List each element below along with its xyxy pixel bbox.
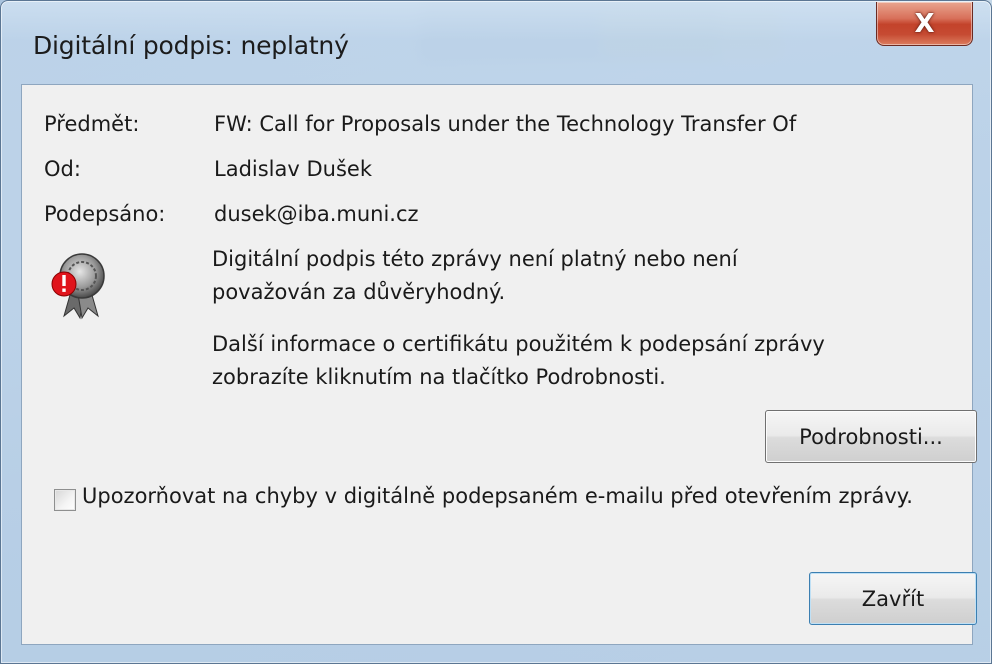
invalid-certificate-seal-icon [51,253,105,320]
signature-status-message: Digitální podpis této zprávy není platný… [212,247,738,304]
subject-label: Předmět: [44,112,140,136]
warn-invalid-signature-label[interactable]: Upozorňovat na chyby v digitálně podepsa… [82,480,942,513]
title-bar[interactable]: Digitální podpis: neplatný X [1,1,991,83]
details-button[interactable]: Podrobnosti... [765,410,977,463]
warn-invalid-signature-checkbox[interactable] [54,489,76,511]
dialog-client-area: Předmět: FW: Call for Proposals under th… [21,84,977,645]
dialog-window: Digitální podpis: neplatný X Předmět: FW… [0,0,992,664]
from-label: Od: [44,157,81,181]
from-value: Ladislav Dušek [214,157,372,181]
details-hint-message: Další informace o certifikátu použitém k… [212,332,825,389]
signed-by-label: Podepsáno: [44,202,166,226]
close-icon: X [914,8,935,39]
close-button[interactable]: Zavřít [809,572,977,625]
dialog-title: Digitální podpis: neplatný [33,31,349,60]
subject-value: FW: Call for Proposals under the Technol… [214,112,797,136]
signed-by-value: dusek@iba.muni.cz [214,202,419,226]
window-close-button[interactable]: X [876,2,973,46]
